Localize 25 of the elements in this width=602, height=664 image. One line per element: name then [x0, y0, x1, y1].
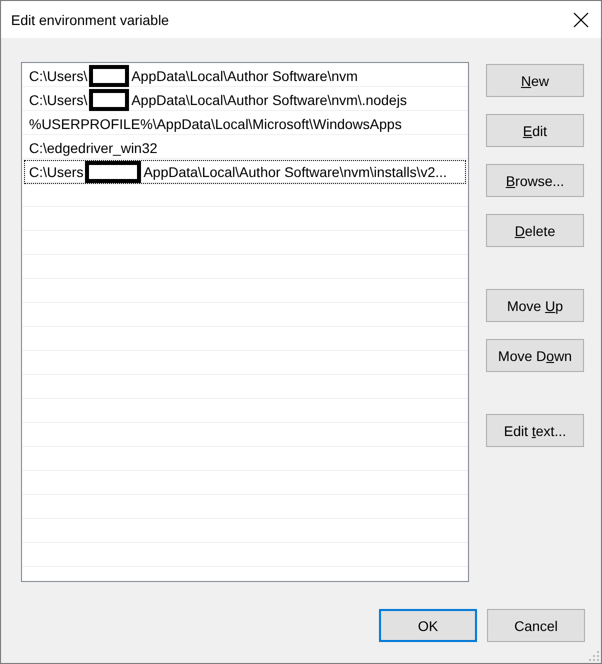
resize-grip-icon[interactable]	[589, 651, 599, 661]
action-button[interactable]: Edit	[486, 114, 584, 147]
path-text: C:\Users	[29, 164, 84, 180]
window-title: Edit environment variable	[11, 12, 169, 28]
path-text: C:\Users\	[29, 92, 88, 108]
action-button[interactable]: Move Down	[486, 339, 584, 372]
path-text: %USERPROFILE%\AppData\Local\Microsoft\WindowsApps	[29, 116, 402, 132]
action-button[interactable]: Delete	[486, 214, 584, 247]
path-text: C:\edgedriver_win32	[29, 140, 158, 156]
action-button[interactable]: New	[486, 64, 584, 97]
path-text: AppData\Local\Author Software\nvm\.nodejs	[131, 92, 407, 108]
list-item[interactable]: C:\Users AppData\Local\Author Software\nvm\installs\v2...	[24, 160, 466, 184]
path-text: C:\Users\	[29, 68, 88, 84]
path-text: AppData\Local\Author Software\nvm	[131, 68, 358, 84]
list-item[interactable]: C:\Users\ AppData\Local\Author Software\nvm\.nodejs	[24, 88, 466, 112]
action-button[interactable]: Browse...	[486, 164, 584, 197]
list-item[interactable]: %USERPROFILE%\AppData\Local\Microsoft\WindowsApps	[24, 112, 466, 136]
list-item[interactable]: C:\Users\ AppData\Local\Author Software\nvm	[24, 64, 466, 88]
action-button[interactable]: Edit text...	[486, 414, 584, 447]
path-text: AppData\Local\Author Software\nvm\installs\v2...	[143, 164, 447, 180]
list-item[interactable]: C:\edgedriver_win32	[24, 136, 466, 160]
close-icon[interactable]	[573, 12, 589, 28]
action-button[interactable]: Move Up	[486, 289, 584, 322]
cancel-button[interactable]: Cancel	[487, 609, 585, 642]
ok-button[interactable]: OK	[379, 609, 477, 642]
